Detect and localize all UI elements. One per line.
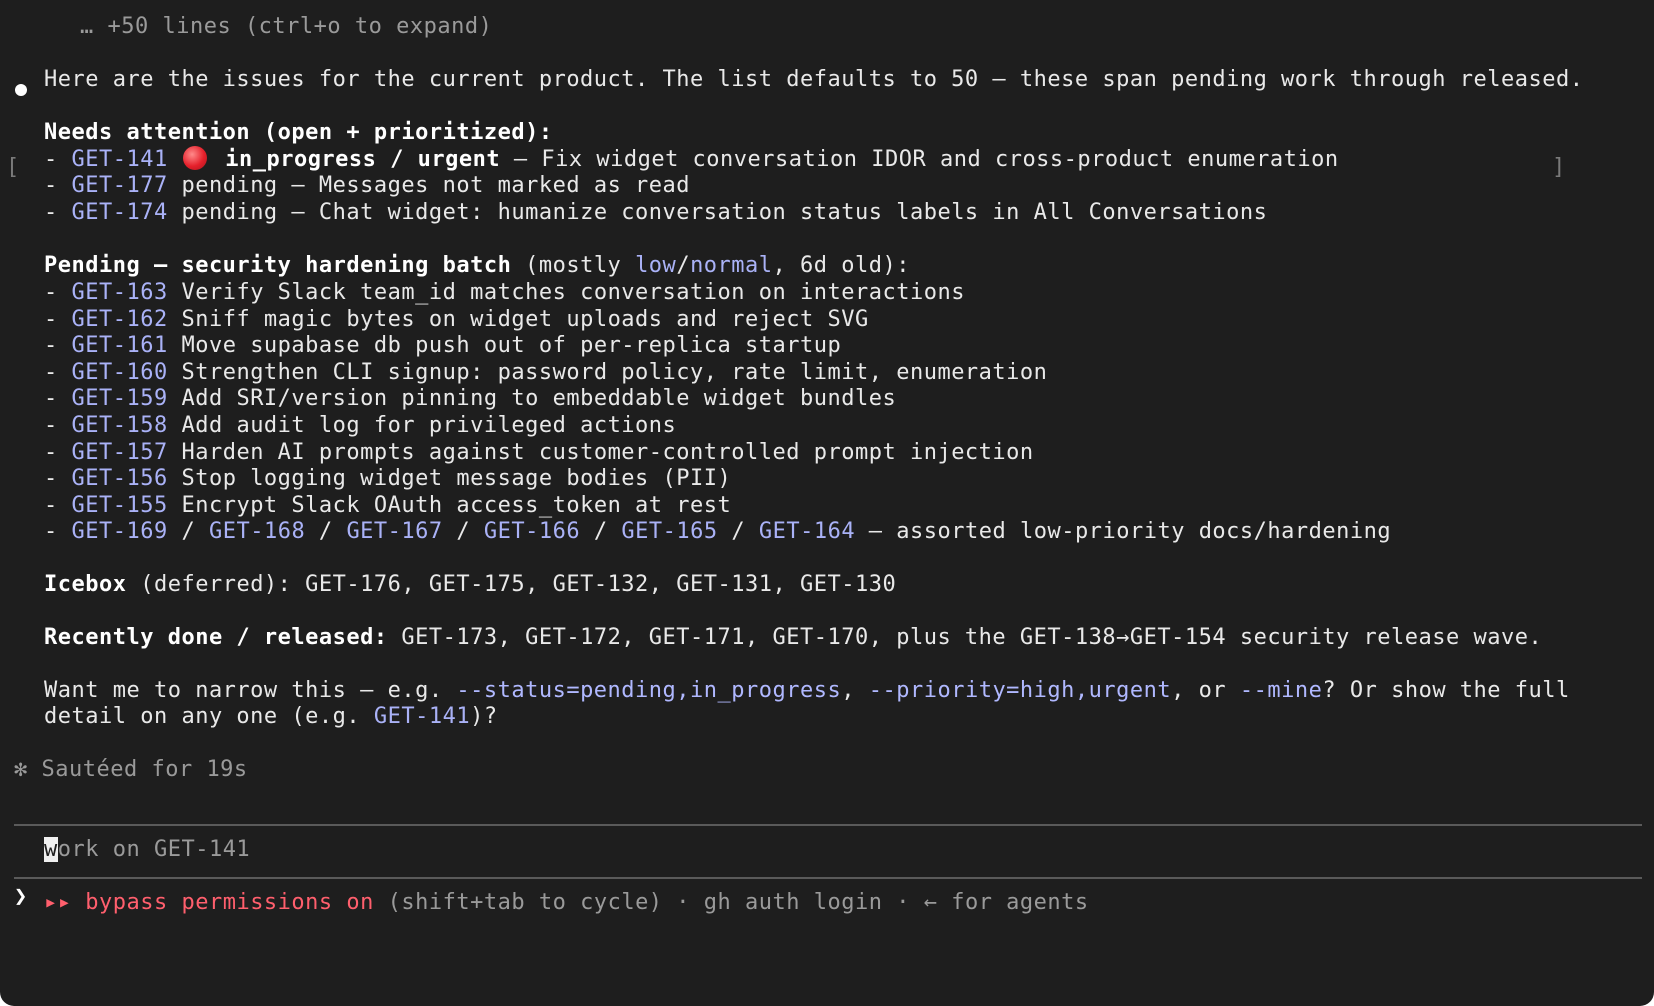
- issue-link-get-157[interactable]: GET-157: [72, 440, 168, 465]
- issue-title: Sniff magic bytes on widget uploads and …: [167, 307, 869, 332]
- issue-title: pending — Chat widget: humanize conversa…: [167, 200, 1268, 225]
- message-bullet-icon: [15, 84, 27, 96]
- pending-item: - GET-157 Harden AI prompts against cust…: [44, 439, 1034, 467]
- screen: … +50 lines (ctrl+o to expand) Here are …: [0, 0, 1654, 1006]
- left-bracket: [: [6, 155, 20, 180]
- dash: -: [44, 466, 72, 491]
- issue-link-get-160[interactable]: GET-160: [72, 360, 168, 385]
- icebox-label: Icebox: [44, 572, 127, 597]
- intro-text: Here are the issues for the current prod…: [44, 67, 1584, 92]
- issue-title: Add SRI/version pinning to embeddable wi…: [167, 386, 897, 411]
- issue-link-get-158[interactable]: GET-158: [72, 413, 168, 438]
- issue-link-get-169[interactable]: GET-169: [72, 519, 168, 544]
- pending-item: - GET-162 Sniff magic bytes on widget up…: [44, 306, 869, 334]
- done-label: Recently done / released:: [44, 625, 388, 650]
- prompt-placeholder: ork on GET-141: [57, 837, 251, 862]
- issue-title: Stop logging widget message bodies (PII): [167, 466, 732, 491]
- issue-title: Add audit log for privileged actions: [167, 413, 677, 438]
- issue-title: Move supabase db push out of per-replica…: [167, 333, 842, 358]
- issue-link-get-155[interactable]: GET-155: [72, 493, 168, 518]
- bypass-permissions-mode[interactable]: bypass permissions on: [85, 890, 374, 915]
- pending-item: - GET-163 Verify Slack team_id matches c…: [44, 279, 965, 307]
- dash: -: [44, 360, 72, 385]
- issue-link-get-161[interactable]: GET-161: [72, 333, 168, 358]
- pending-item: - GET-161 Move supabase db push out of p…: [44, 332, 841, 360]
- dash: -: [44, 413, 72, 438]
- issue-link-get-174[interactable]: GET-174: [72, 200, 168, 225]
- attention-item: - GET-141 in_progress / urgent — Fix wid…: [44, 146, 1339, 174]
- pending-group-item: - GET-169 / GET-168 / GET-167 / GET-166 …: [44, 519, 1392, 544]
- prompt-input[interactable]: work on GET-141: [44, 836, 250, 864]
- right-bracket: ]: [1552, 155, 1566, 180]
- dash: -: [44, 333, 72, 358]
- issue-link-get-159[interactable]: GET-159: [72, 386, 168, 411]
- status-line: ✻ Sautéed for 19s: [14, 756, 248, 784]
- attention-item: - GET-174 pending — Chat widget: humaniz…: [44, 199, 1267, 227]
- status-flag: --status=pending,in_progress: [456, 678, 842, 703]
- footer-status: ▸▸ bypass permissions on (shift+tab to c…: [44, 889, 1089, 917]
- dash: -: [44, 147, 72, 172]
- mine-flag: --mine: [1239, 678, 1323, 703]
- issue-link-get-156[interactable]: GET-156: [72, 466, 168, 491]
- issue-title: — Fix widget conversation IDOR and cross…: [500, 147, 1339, 172]
- question-line-2: detail on any one (e.g. GET-141)?: [44, 704, 498, 729]
- asterisk-spinner-icon: ✻: [14, 757, 28, 782]
- dash: -: [44, 280, 72, 305]
- pending-item: - GET-156 Stop logging widget message bo…: [44, 465, 731, 493]
- terminal-window: … +50 lines (ctrl+o to expand) Here are …: [0, 0, 1654, 1006]
- issue-title: Encrypt Slack OAuth access_token at rest: [167, 493, 732, 518]
- pending-heading: Pending — security hardening batch (most…: [44, 253, 910, 278]
- urgent-red-circle-icon: [183, 146, 208, 170]
- issue-link-get-168[interactable]: GET-168: [209, 519, 305, 544]
- pending-item: - GET-159 Add SRI/version pinning to emb…: [44, 385, 896, 413]
- pending-item: - GET-160 Strengthen CLI signup: passwor…: [44, 359, 1047, 387]
- attention-heading: Needs attention (open + prioritized):: [44, 120, 553, 145]
- pending-item: - GET-155 Encrypt Slack OAuth access_tok…: [44, 492, 731, 520]
- priority-normal-label: normal: [690, 253, 773, 278]
- prompt-chevron-icon: ❯: [14, 884, 28, 909]
- dash: -: [44, 200, 72, 225]
- issue-link-get-167[interactable]: GET-167: [346, 519, 442, 544]
- done-line: Recently done / released: GET-173, GET-1…: [44, 625, 1543, 650]
- issue-link-get-162[interactable]: GET-162: [72, 307, 168, 332]
- fast-forward-icon: ▸▸: [44, 890, 72, 915]
- issue-title: Verify Slack team_id matches conversatio…: [167, 280, 965, 305]
- issue-title: pending — Messages not marked as read: [167, 173, 691, 198]
- issue-link-get-165[interactable]: GET-165: [621, 519, 717, 544]
- dash: -: [44, 493, 72, 518]
- question-line-1: Want me to narrow this — e.g. --status=p…: [44, 678, 1570, 703]
- input-bottom-divider: [14, 877, 1642, 879]
- input-top-divider: [14, 824, 1642, 826]
- icebox-line: Icebox (deferred): GET-176, GET-175, GET…: [44, 572, 897, 597]
- issue-title: Harden AI prompts against customer-contr…: [167, 440, 1034, 465]
- footer-hints: (shift+tab to cycle) · gh auth login · ←…: [373, 890, 1089, 915]
- priority-flag: --priority=high,urgent: [868, 678, 1172, 703]
- issue-link-get-164[interactable]: GET-164: [759, 519, 855, 544]
- issue-title: Strengthen CLI signup: password policy, …: [167, 360, 1048, 385]
- dash: -: [44, 173, 72, 198]
- dash: -: [44, 440, 72, 465]
- issue-link-get-177[interactable]: GET-177: [72, 173, 168, 198]
- text-cursor: w: [44, 837, 58, 862]
- issue-link-get-141-example[interactable]: GET-141: [374, 704, 470, 729]
- dash: -: [44, 307, 72, 332]
- issue-link-get-141[interactable]: GET-141: [72, 147, 168, 172]
- pending-item: - GET-158 Add audit log for privileged a…: [44, 412, 676, 440]
- collapsed-output-note[interactable]: … +50 lines (ctrl+o to expand): [80, 13, 492, 41]
- status-text: Sautéed for 19s: [41, 757, 248, 782]
- issue-status: in_progress / urgent: [225, 147, 501, 172]
- dash: -: [44, 386, 72, 411]
- issue-link-get-166[interactable]: GET-166: [484, 519, 580, 544]
- priority-low-label: low: [635, 253, 677, 278]
- attention-item: - GET-177 pending — Messages not marked …: [44, 172, 690, 200]
- issue-link-get-163[interactable]: GET-163: [72, 280, 168, 305]
